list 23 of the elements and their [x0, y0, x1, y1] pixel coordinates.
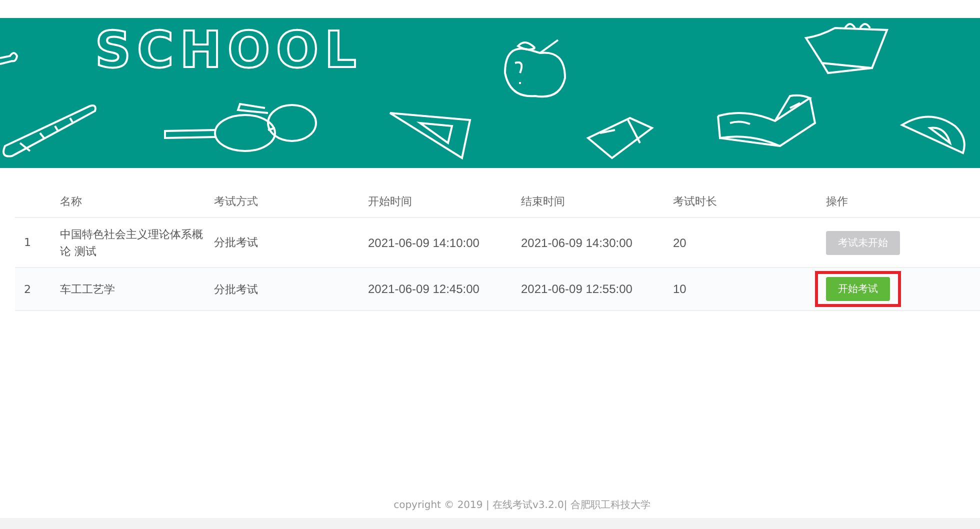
protractor-drawing: [901, 116, 966, 154]
table-cell-text: 20: [673, 236, 688, 250]
banner-title: SCHOOL: [95, 20, 362, 80]
column-header: 考试时长: [673, 194, 718, 208]
table-cell-text: 车工工艺学: [60, 282, 116, 298]
table-cell-text: 2021-06-09 12:45:00: [368, 282, 480, 296]
column-header: 操作: [826, 194, 849, 208]
exam-button[interactable]: 开始考试: [826, 277, 890, 301]
column-header: 名称: [60, 194, 83, 210]
table-cell-text: 10: [673, 282, 688, 296]
table-cell-text: 中国特色社会主义理论体系概论 测试: [60, 226, 204, 260]
table-cell-text: 2021-06-09 14:10:00: [368, 236, 480, 250]
column-header: 考试方式: [214, 194, 259, 208]
column-header: 开始时间: [368, 194, 413, 208]
footer-text: copyright © 2019 | 在线考试v3.2.0| 合肥职工科技大学: [392, 498, 652, 513]
table-cell-text: 2021-06-09 12:55:00: [521, 282, 634, 296]
table-cell-text: 分批考试: [214, 235, 259, 250]
table-cell-text: 2: [23, 282, 32, 296]
apple-drawing: [504, 39, 566, 98]
column-header: 结束时间: [521, 194, 566, 208]
table-cell-text: 分批考试: [214, 282, 259, 296]
table-cell-text: 1: [23, 236, 32, 249]
table-cell-text: 2021-06-09 14:30:00: [521, 236, 634, 250]
